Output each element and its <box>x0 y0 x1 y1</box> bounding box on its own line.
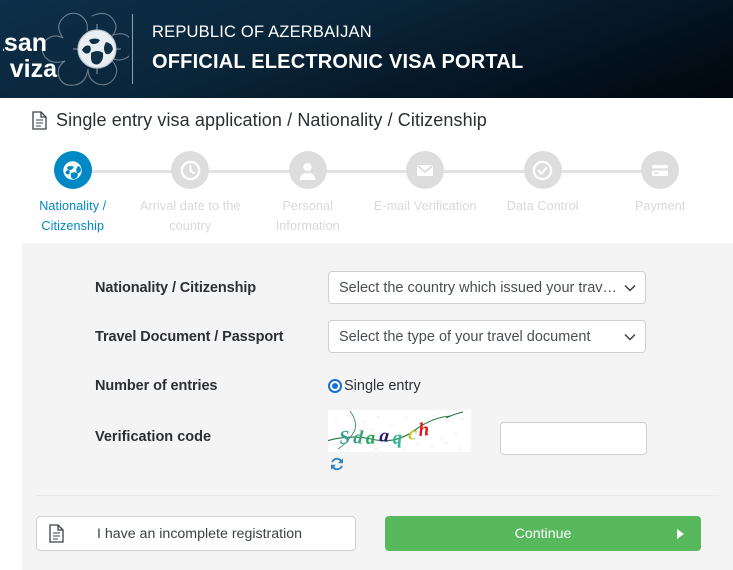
envelope-icon <box>417 165 434 176</box>
breadcrumb: Single entry visa application / National… <box>0 98 733 142</box>
single-entry-radio-option[interactable]: Single entry <box>328 378 421 394</box>
nationality-select[interactable]: Select the country which issued your tra… <box>328 271 646 304</box>
travel-document-select-wrap: Select the type of your travel document <box>328 320 646 353</box>
step-data-control[interactable]: Data Control <box>484 151 661 237</box>
person-icon <box>300 162 316 180</box>
logo-word-asan: asan <box>3 29 47 57</box>
step-payment[interactable]: Payment <box>602 151 720 237</box>
credit-card-icon <box>652 165 669 176</box>
header-portal-line: OFFICIAL ELECTRONIC VISA PORTAL <box>152 50 524 73</box>
step-label: Personal Information <box>275 199 340 234</box>
travel-document-label: Travel Document / Passport <box>95 328 284 345</box>
application-form-panel: Nationality / Citizenship Select the cou… <box>22 243 733 570</box>
step-label: E-mail Verification <box>373 199 477 213</box>
single-entry-label: Single entry <box>344 377 421 394</box>
progress-stepper: Nationality / Citizenship Arrival date t… <box>0 142 733 243</box>
arrow-right-icon <box>677 528 684 539</box>
asan-viza-logo[interactable]: asan viza <box>0 0 132 98</box>
step-circle <box>288 151 327 189</box>
continue-button[interactable]: Continue <box>385 516 701 551</box>
travel-document-select[interactable]: Select the type of your travel document <box>328 320 646 353</box>
globe-icon <box>63 160 82 180</box>
captcha-char: a <box>365 427 376 448</box>
step-nationality-citizenship[interactable]: Nationality / Citizenship <box>14 151 191 237</box>
site-header: asan viza REPUBLIC OF AZERBAIJAN OFFICIA… <box>0 0 733 98</box>
nationality-field: Select the country which issued your tra… <box>328 271 646 304</box>
field-row-travel-document: Travel Document / Passport Select the ty… <box>22 312 733 361</box>
captcha-block: S d a a q c h <box>328 410 500 473</box>
captcha-char: h <box>418 419 430 441</box>
nationality-select-wrap: Select the country which issued your tra… <box>328 271 646 304</box>
stepper-row: Nationality / Citizenship Arrival date t… <box>14 151 719 237</box>
step-label: Arrival date to the country <box>139 199 241 234</box>
continue-label: Continue <box>514 525 572 542</box>
step-label: Nationality / Citizenship <box>39 199 107 234</box>
step-label: Data Control <box>506 199 579 213</box>
captcha-image: S d a a q c h <box>328 410 471 452</box>
step-label: Payment <box>635 199 686 213</box>
step-arrival-date[interactable]: Arrival date to the country <box>132 151 308 237</box>
verification-code-label: Verification code <box>95 429 212 445</box>
form-footer: I have an incomplete registration Contin… <box>22 496 733 551</box>
header-country-line: REPUBLIC OF AZERBAIJAN <box>152 23 372 42</box>
step-email-verification[interactable]: E-mail Verification <box>367 151 543 237</box>
captcha-char: S <box>338 427 351 449</box>
field-row-number-of-entries: Number of entries Single entry <box>22 361 733 410</box>
step-circle <box>523 151 562 189</box>
logo-graphic: asan viza <box>3 12 129 86</box>
verification-code-input[interactable] <box>500 422 647 455</box>
travel-document-field: Select the type of your travel document <box>328 320 646 353</box>
step-personal-information[interactable]: Personal Information <box>249 151 426 237</box>
incomplete-registration-button[interactable]: I have an incomplete registration <box>36 516 356 551</box>
field-row-nationality: Nationality / Citizenship Select the cou… <box>22 263 733 312</box>
form-fields: Nationality / Citizenship Select the cou… <box>22 243 733 482</box>
step-circle <box>171 151 210 189</box>
refresh-icon <box>331 457 343 471</box>
entries-label: Number of entries <box>95 377 218 394</box>
document-icon <box>32 110 47 130</box>
incomplete-registration-label: I have an incomplete registration <box>96 525 303 542</box>
step-circle <box>53 151 92 189</box>
clock-icon <box>180 160 201 180</box>
single-entry-radio[interactable] <box>328 378 342 393</box>
verification-code-input-field <box>500 410 647 455</box>
header-titles: REPUBLIC OF AZERBAIJAN OFFICIAL ELECTRON… <box>133 21 523 77</box>
breadcrumb-text: Single entry visa application / National… <box>56 109 487 130</box>
captcha-refresh-button[interactable] <box>328 455 346 473</box>
step-circle <box>641 151 680 189</box>
field-row-verification-code: Verification code S d a a q c h <box>22 410 733 482</box>
step-circle <box>406 151 445 189</box>
document-icon <box>49 524 64 543</box>
logo-word-viza: viza <box>10 55 58 83</box>
check-circle-icon <box>532 160 553 180</box>
nationality-label: Nationality / Citizenship <box>95 279 257 296</box>
